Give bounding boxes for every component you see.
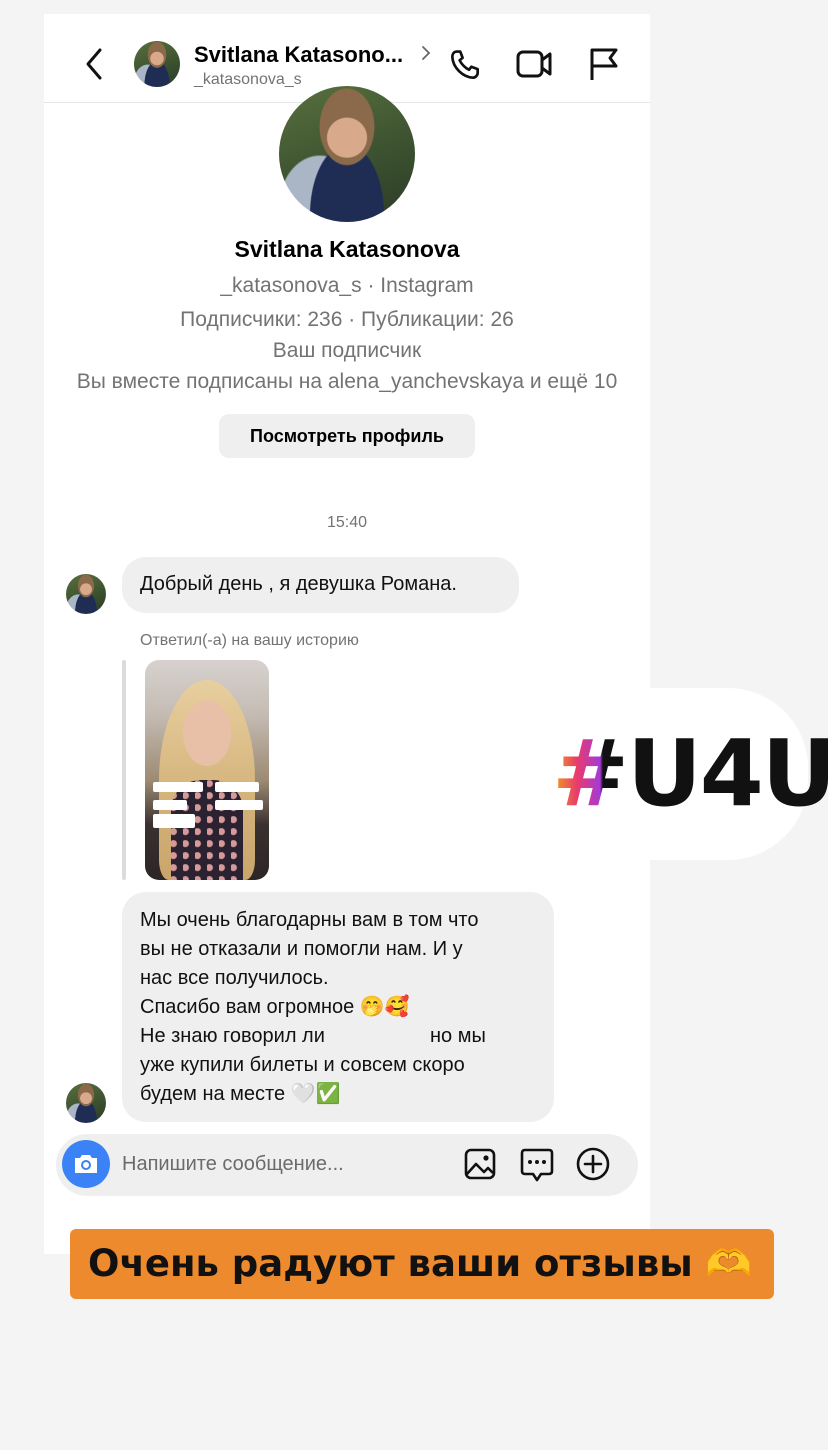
flag-icon[interactable] xyxy=(586,46,622,82)
message-line: Не знаю говорил ли но мы xyxy=(140,1025,486,1047)
profile-name: Svitlana Katasonova xyxy=(234,236,460,262)
message-line: уже купили билеты и совсем скоро xyxy=(140,1054,465,1076)
camera-icon xyxy=(72,1152,100,1176)
phone-icon[interactable] xyxy=(446,46,484,84)
message-line: нас все получилось. xyxy=(140,967,329,989)
sender-avatar-2[interactable] xyxy=(66,1083,106,1123)
header-name[interactable]: Svitlana Katasono... xyxy=(194,42,403,68)
story-thumbnail[interactable] xyxy=(145,660,269,880)
mutual-followers: Вы вместе подписаны на alena_yanchevskay… xyxy=(76,370,618,393)
banner-text: Очень радуют ваши отзывы 🫶 xyxy=(88,1242,752,1285)
sender-avatar[interactable] xyxy=(66,574,106,614)
follow-status: Ваш подписчик xyxy=(272,339,422,362)
profile-stats: Подписчики: 236 · Публикации: 26 xyxy=(180,308,514,331)
header-username: _katasonova_s xyxy=(194,71,302,88)
message-line: вы не отказали и помогли нам. И у xyxy=(140,938,463,960)
hashtag-text: #U4U xyxy=(552,720,828,827)
back-chevron-icon[interactable] xyxy=(80,46,108,82)
message-bubble[interactable]: Добрый день , я девушка Романа. xyxy=(122,557,519,613)
profile-handle: _katasonova_s · Instagram xyxy=(220,274,474,297)
video-icon[interactable] xyxy=(514,46,554,82)
camera-button[interactable] xyxy=(62,1140,110,1188)
story-reply-bar xyxy=(122,660,126,880)
message-line: будем на месте 🤍✅ xyxy=(140,1083,341,1105)
reviews-banner: Очень радуют ваши отзывы 🫶 xyxy=(70,1229,774,1299)
message-timestamp: 15:40 xyxy=(326,514,368,531)
plus-icon[interactable] xyxy=(575,1146,611,1182)
sticker-icon[interactable] xyxy=(519,1146,555,1184)
story-reply-label: Ответил(-а) на вашу историю xyxy=(140,632,359,649)
message-input[interactable]: Напишите сообщение... xyxy=(122,1153,344,1176)
message-bubble-2[interactable]: Мы очень благодарны вам в том что вы не … xyxy=(122,892,554,1122)
profile-avatar[interactable] xyxy=(279,86,415,222)
message-line: Спасибо вам огромное 🤭🥰 xyxy=(140,996,410,1018)
view-profile-button[interactable]: Посмотреть профиль xyxy=(219,414,475,458)
message-line: Мы очень благодарны вам в том что xyxy=(140,909,479,931)
hashtag-logo: #U4U xyxy=(552,728,828,820)
message-text: Добрый день , я девушка Романа. xyxy=(140,573,457,595)
header-avatar[interactable] xyxy=(134,41,180,87)
gallery-icon[interactable] xyxy=(462,1146,498,1182)
chevron-right-icon[interactable] xyxy=(420,44,432,62)
